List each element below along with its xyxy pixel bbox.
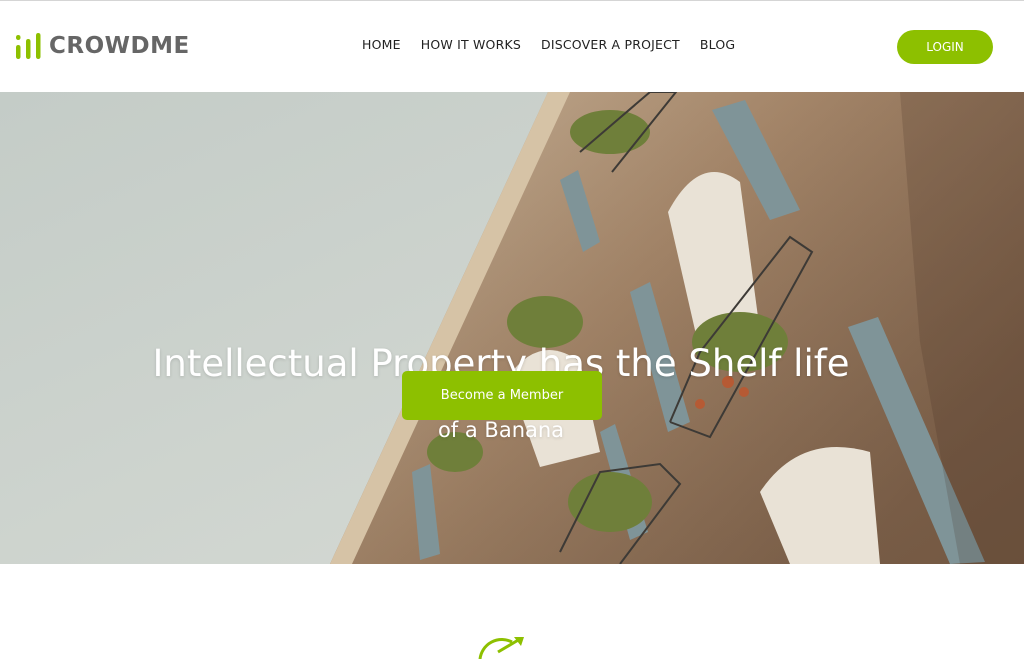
nav-how-it-works[interactable]: HOW IT WORKS <box>421 37 521 52</box>
nav-blog[interactable]: BLOG <box>700 37 735 52</box>
bar-chart-icon <box>15 31 43 61</box>
site-header: CROWDME HOME HOW IT WORKS DISCOVER A PRO… <box>0 1 1024 92</box>
building-facade-photo <box>0 92 1024 564</box>
brand-name: CROWDME <box>49 33 190 59</box>
hero-subtitle: of a Banana <box>437 418 565 442</box>
logo[interactable]: CROWDME <box>15 31 190 61</box>
hero-banner: Intellectual Property has the Shelf life… <box>0 92 1024 564</box>
nav-home[interactable]: HOME <box>362 37 401 52</box>
become-member-button[interactable]: Become a Member <box>402 371 602 420</box>
main-nav: HOME HOW IT WORKS DISCOVER A PROJECT BLO… <box>362 37 735 52</box>
login-button[interactable]: LOGIN <box>897 30 993 64</box>
nav-discover-project[interactable]: DISCOVER A PROJECT <box>541 37 680 52</box>
